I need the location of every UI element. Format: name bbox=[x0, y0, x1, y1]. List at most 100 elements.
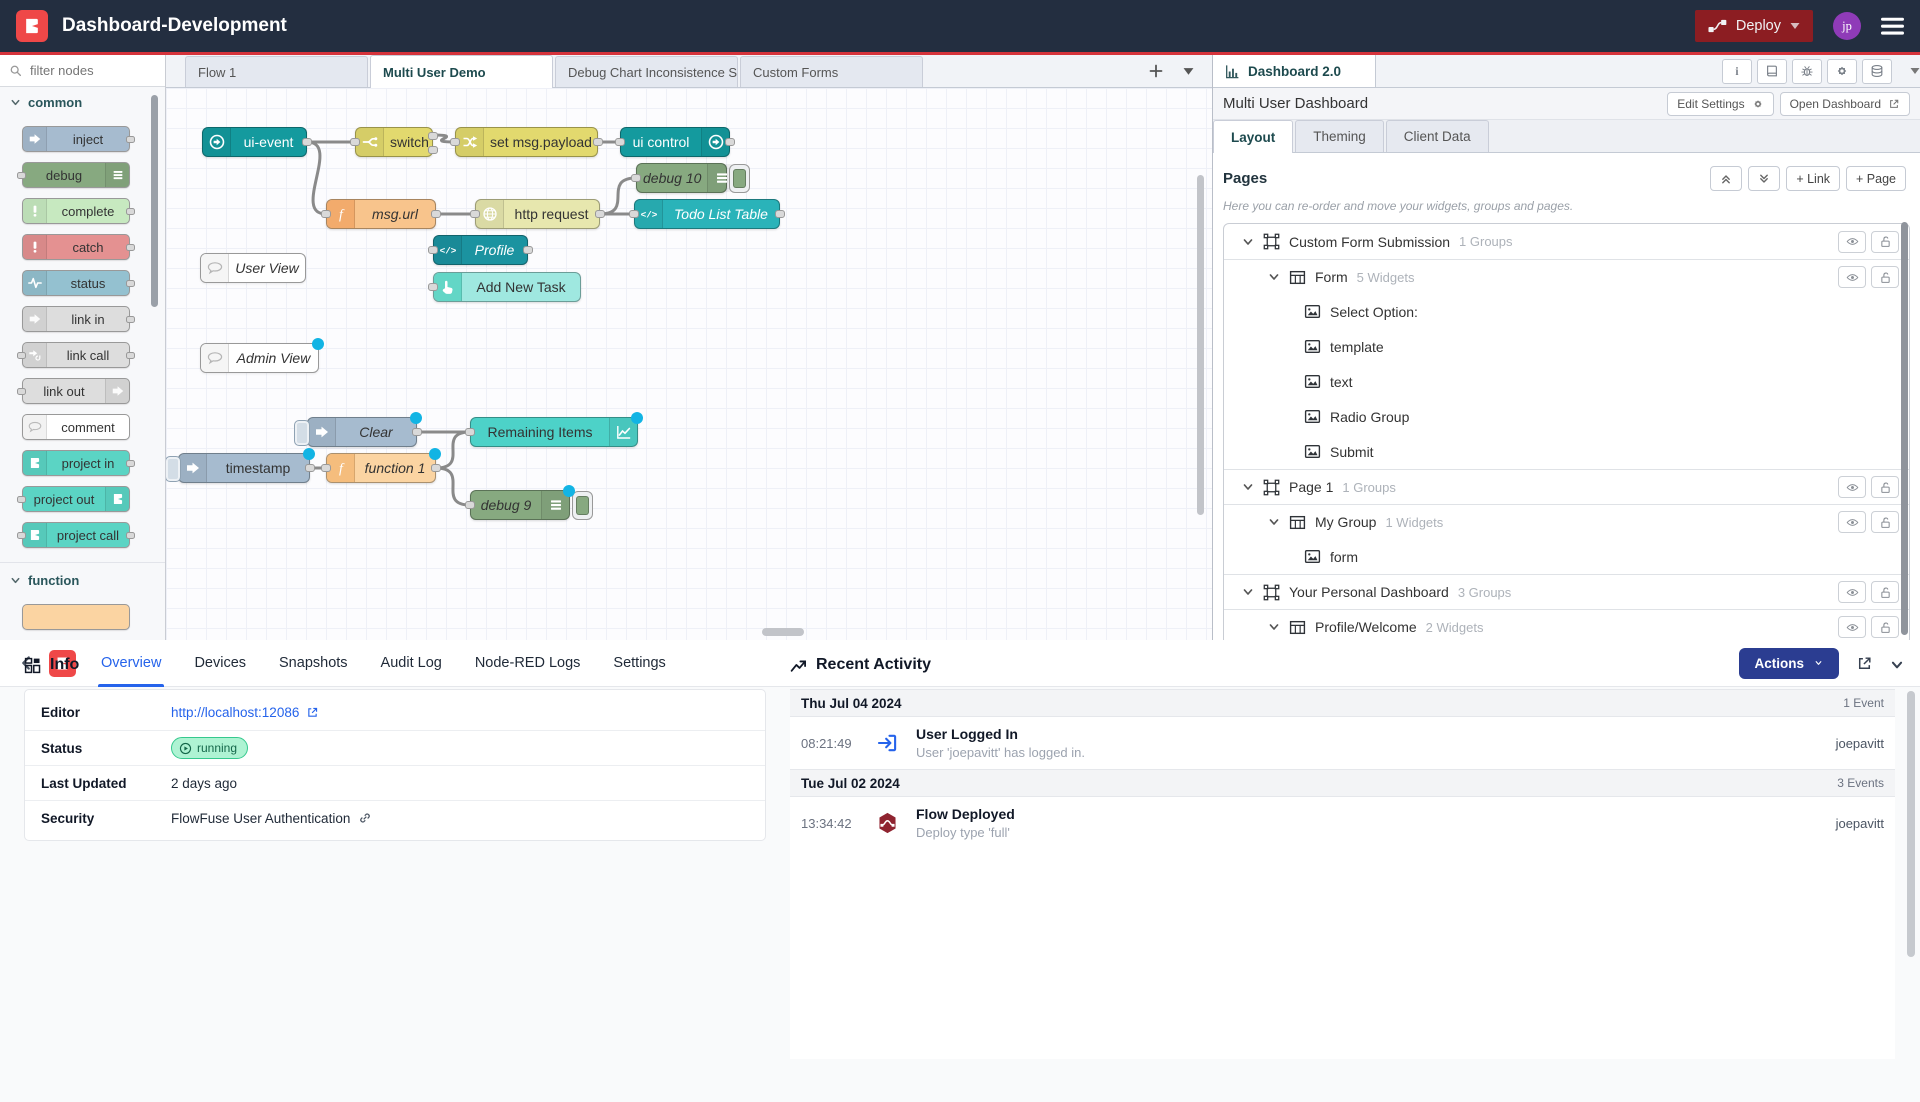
node-input-port[interactable] bbox=[17, 532, 26, 539]
expand-all-button[interactable] bbox=[1748, 166, 1780, 191]
node-output-port[interactable] bbox=[428, 132, 438, 140]
tree-row-my-group[interactable]: My Group1 Widgets bbox=[1224, 504, 1909, 539]
debug-toggle-button[interactable] bbox=[729, 164, 750, 193]
dashboard-tab-client-data[interactable]: Client Data bbox=[1386, 120, 1489, 152]
visibility-button[interactable] bbox=[1838, 476, 1866, 498]
wire[interactable] bbox=[436, 468, 470, 505]
flow-node-add-new-task[interactable]: Add New Task bbox=[433, 272, 581, 302]
deploy-button[interactable]: Deploy bbox=[1695, 10, 1813, 42]
flow-tab-flow-1[interactable]: Flow 1 bbox=[185, 56, 368, 87]
node-input-port[interactable] bbox=[428, 246, 438, 254]
tree-row-profile-welcome[interactable]: Profile/Welcome2 Widgets bbox=[1224, 609, 1909, 640]
node-output-port[interactable] bbox=[126, 244, 135, 251]
flow-node-user-view[interactable]: User View bbox=[200, 253, 306, 283]
activity-event-row[interactable]: 08:21:49User Logged InUser 'joepavitt' h… bbox=[790, 717, 1895, 769]
node-output-port[interactable] bbox=[431, 464, 441, 472]
node-output-port[interactable] bbox=[126, 136, 135, 143]
sidebar-scrollbar[interactable] bbox=[1901, 222, 1908, 635]
main-menu-icon[interactable] bbox=[1881, 17, 1904, 35]
deploy-dropdown-caret-icon[interactable] bbox=[1790, 22, 1800, 30]
flow-node-timestamp[interactable]: timestamp bbox=[178, 453, 310, 483]
node-output-port[interactable] bbox=[126, 352, 135, 359]
add-page-button[interactable]: + Page bbox=[1846, 166, 1906, 191]
node-input-port[interactable] bbox=[428, 283, 438, 291]
debug-toggle-button[interactable] bbox=[572, 491, 593, 520]
visibility-button[interactable] bbox=[1838, 231, 1866, 253]
node-output-port[interactable] bbox=[305, 464, 315, 472]
activity-event-row[interactable]: 13:34:42Flow DeployedDeploy type 'full'j… bbox=[790, 797, 1895, 849]
tree-row-page-1[interactable]: Page 11 Groups bbox=[1224, 469, 1909, 504]
node-output-port[interactable] bbox=[725, 138, 735, 146]
tree-row-your-personal-dashboard[interactable]: Your Personal Dashboard3 Groups bbox=[1224, 574, 1909, 609]
flow-node-admin-view[interactable]: Admin View bbox=[200, 343, 319, 373]
palette-category-function[interactable]: function bbox=[0, 562, 165, 594]
info-button[interactable]: i bbox=[1722, 59, 1752, 84]
wire[interactable] bbox=[436, 432, 470, 468]
chevron-down-icon[interactable] bbox=[1268, 621, 1280, 633]
flow-tab-multi-user-demo[interactable]: Multi User Demo bbox=[370, 55, 553, 88]
node-input-port[interactable] bbox=[321, 210, 331, 218]
palette-scrollbar[interactable] bbox=[151, 95, 158, 307]
palette-node-project-in[interactable]: project in bbox=[22, 450, 130, 476]
palette-node-partial[interactable] bbox=[22, 604, 130, 630]
palette-node-status[interactable]: status bbox=[22, 270, 130, 296]
palette-node-comment[interactable]: comment bbox=[22, 414, 130, 440]
flow-node-todo-list-table[interactable]: </>Todo List Table bbox=[634, 199, 780, 229]
dashboard-tab-theming[interactable]: Theming bbox=[1295, 120, 1384, 152]
lock-button[interactable] bbox=[1871, 476, 1899, 498]
node-input-port[interactable] bbox=[350, 138, 360, 146]
flow-node-profile[interactable]: </>Profile bbox=[433, 235, 528, 265]
node-output-port[interactable] bbox=[523, 246, 533, 254]
user-avatar[interactable]: jp bbox=[1833, 12, 1861, 40]
collapse-all-button[interactable] bbox=[1710, 166, 1742, 191]
lock-button[interactable] bbox=[1871, 581, 1899, 603]
flow-list-caret-icon[interactable] bbox=[1183, 67, 1194, 76]
editor-link[interactable]: http://localhost:12086 bbox=[171, 705, 319, 720]
bug-button[interactable] bbox=[1792, 59, 1822, 84]
flow-node-clear[interactable]: Clear bbox=[307, 417, 417, 447]
flow-node-ui-event[interactable]: ui-event bbox=[202, 127, 307, 157]
visibility-button[interactable] bbox=[1838, 581, 1866, 603]
lock-button[interactable] bbox=[1871, 511, 1899, 533]
inject-button[interactable] bbox=[166, 456, 181, 482]
visibility-button[interactable] bbox=[1838, 616, 1866, 638]
visibility-button[interactable] bbox=[1838, 266, 1866, 288]
node-input-port[interactable] bbox=[470, 210, 480, 218]
tree-row-form[interactable]: form bbox=[1224, 539, 1909, 574]
flow-node-debug-9[interactable]: debug 9 bbox=[470, 490, 570, 520]
palette-search-input[interactable] bbox=[28, 62, 156, 79]
wire[interactable] bbox=[307, 142, 326, 214]
palette-node-catch[interactable]: catch bbox=[22, 234, 130, 260]
palette-category-common[interactable]: common bbox=[0, 87, 165, 116]
chevron-down-icon[interactable] bbox=[1242, 481, 1254, 493]
palette-node-debug[interactable]: debug bbox=[22, 162, 130, 188]
node-output-port[interactable] bbox=[126, 208, 135, 215]
node-input-port[interactable] bbox=[17, 496, 26, 503]
node-input-port[interactable] bbox=[629, 210, 639, 218]
book-button[interactable] bbox=[1757, 59, 1787, 84]
inject-button[interactable] bbox=[294, 420, 310, 446]
chevron-down-icon[interactable] bbox=[1268, 271, 1280, 283]
lock-button[interactable] bbox=[1871, 266, 1899, 288]
gear-button[interactable] bbox=[1827, 59, 1857, 84]
node-input-port[interactable] bbox=[465, 501, 475, 509]
chevron-down-icon[interactable] bbox=[1268, 516, 1280, 528]
node-input-port[interactable] bbox=[321, 464, 331, 472]
flow-node-debug-10[interactable]: debug 10 bbox=[636, 163, 727, 193]
palette-node-link-call[interactable]: link call bbox=[22, 342, 130, 368]
node-input-port[interactable] bbox=[17, 172, 26, 179]
flow-node-msg-url[interactable]: fmsg.url bbox=[326, 199, 436, 229]
flow-tab-custom-forms[interactable]: Custom Forms bbox=[740, 56, 923, 87]
lock-button[interactable] bbox=[1871, 231, 1899, 253]
tree-row-radio-group[interactable]: Radio Group bbox=[1224, 399, 1909, 434]
chevron-down-icon[interactable] bbox=[1242, 586, 1254, 598]
flow-node-http-request[interactable]: http request bbox=[475, 199, 600, 229]
canvas-horizontal-scrollbar[interactable] bbox=[762, 628, 804, 636]
bottom-panel-scrollbar[interactable] bbox=[1907, 691, 1915, 957]
visibility-button[interactable] bbox=[1838, 511, 1866, 533]
node-input-port[interactable] bbox=[631, 174, 641, 182]
flow-node-function-1[interactable]: ffunction 1 bbox=[326, 453, 436, 483]
add-link-button[interactable]: + Link bbox=[1786, 166, 1840, 191]
tree-row-custom-form-submission[interactable]: Custom Form Submission1 Groups bbox=[1224, 224, 1909, 259]
node-output-port[interactable] bbox=[593, 138, 603, 146]
